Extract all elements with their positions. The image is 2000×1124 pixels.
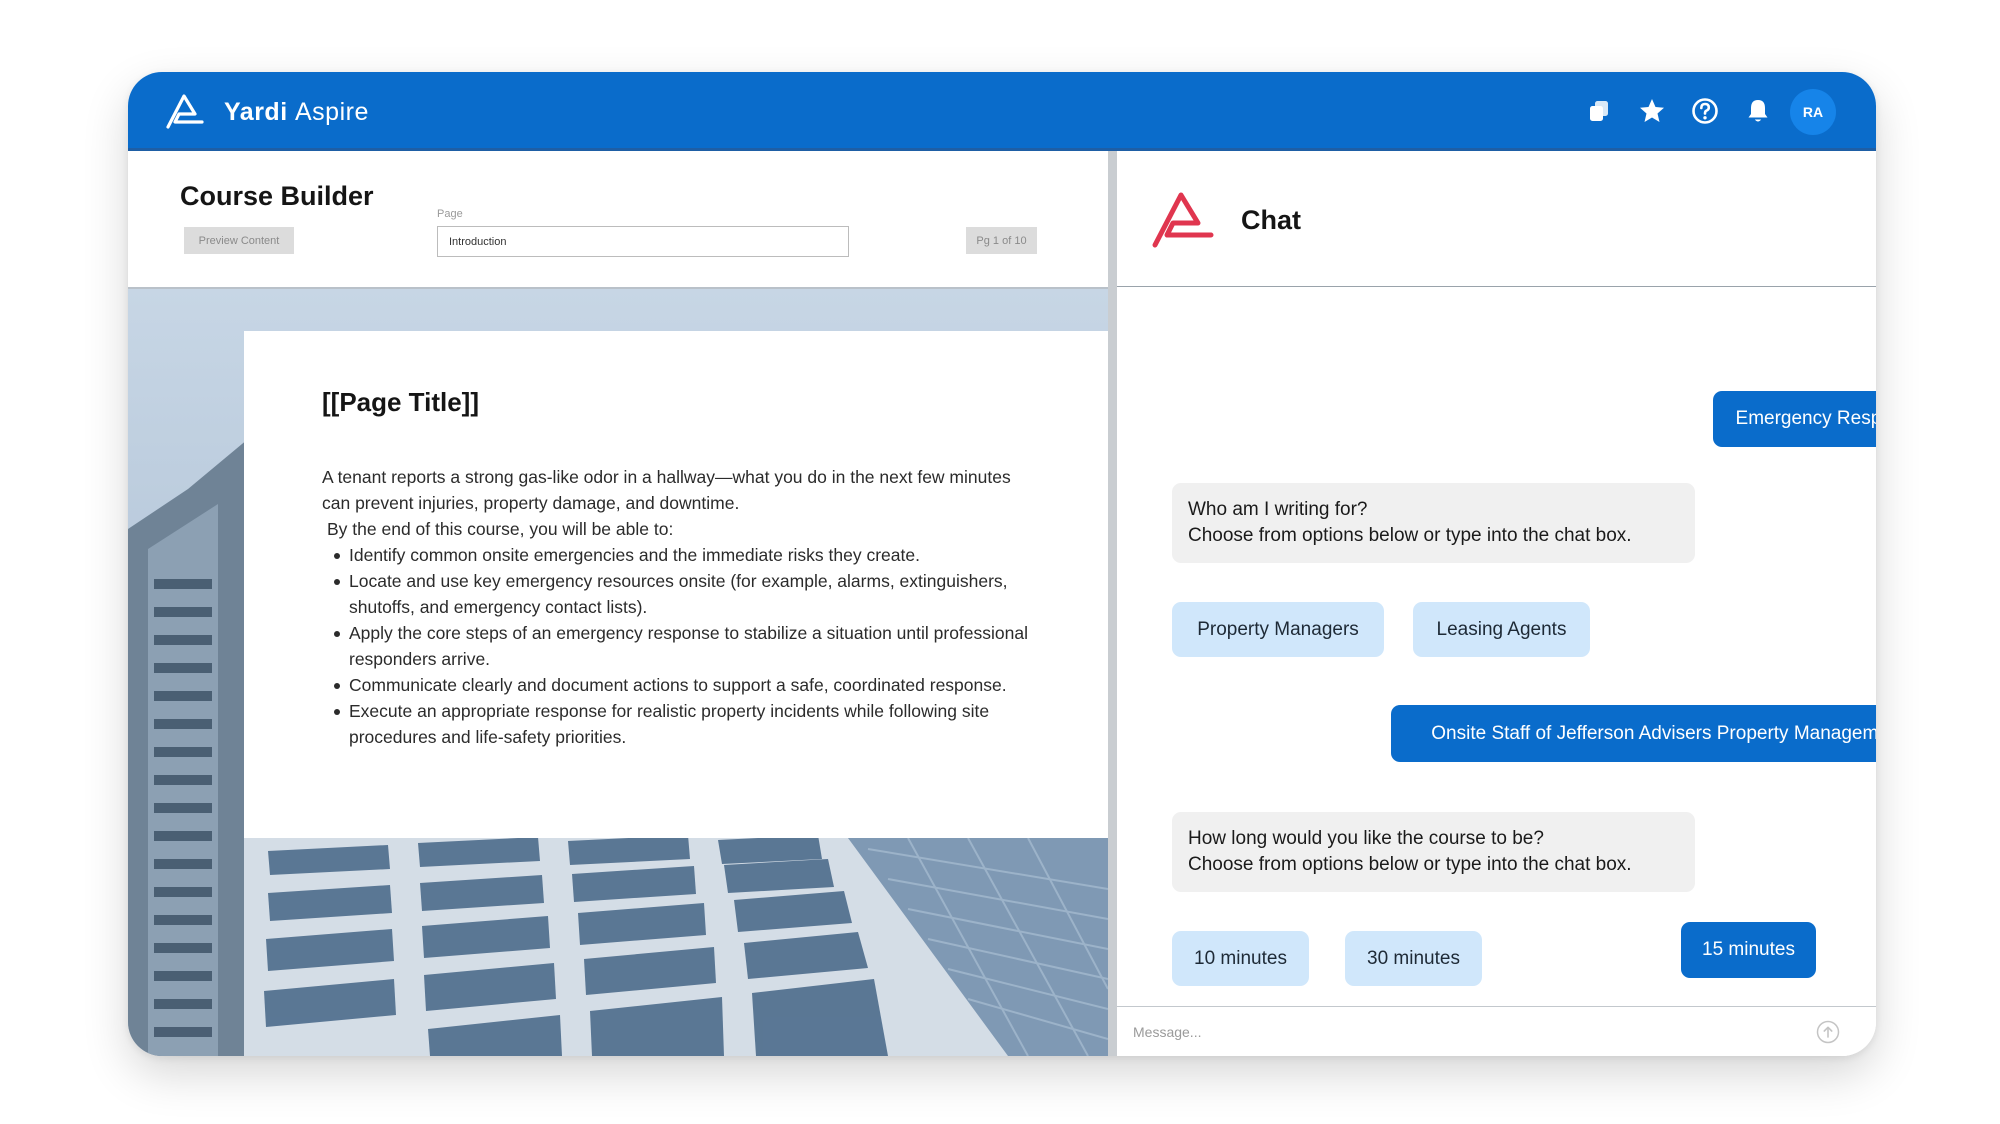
top-bar: Yardi Aspire RA [128, 72, 1876, 151]
app-window: Yardi Aspire RA Course Builder Preview C… [128, 72, 1876, 1056]
bot-message-line: Choose from options below or type into t… [1188, 525, 1632, 546]
pane-divider[interactable] [1108, 151, 1117, 1056]
page-field-label: Page [437, 208, 463, 220]
user-avatar[interactable]: RA [1790, 89, 1836, 135]
course-builder-title: Course Builder [180, 181, 374, 211]
user-message: 15 minutes [1681, 922, 1816, 978]
intro-paragraph[interactable]: A tenant reports a strong gas-like odor … [322, 464, 1030, 516]
list-item[interactable]: Locate and use key emergency resources o… [322, 568, 1030, 620]
star-icon[interactable] [1637, 96, 1667, 126]
chat-header: Chat [1117, 151, 1876, 287]
help-icon[interactable] [1690, 96, 1720, 126]
bot-message-line: Who am I writing for? [1188, 499, 1368, 520]
user-message: Onsite Staff of Jefferson Advisers Prope… [1391, 705, 1876, 762]
list-item[interactable]: Apply the core steps of an emergency res… [322, 620, 1030, 672]
send-icon[interactable] [1816, 1020, 1840, 1044]
bot-message: How long would you like the course to be… [1172, 812, 1695, 892]
chat-message-input[interactable] [1133, 1007, 1793, 1056]
list-item[interactable]: Identify common onsite emergencies and t… [322, 542, 1030, 568]
product-name: Aspire [295, 98, 369, 126]
chat-input-bar [1117, 1006, 1876, 1056]
aspire-logo-icon [1152, 192, 1214, 248]
option-30-minutes-button[interactable]: 30 minutes [1345, 931, 1482, 986]
preview-content-button[interactable]: Preview Content [184, 227, 294, 254]
option-property-managers-button[interactable]: Property Managers [1172, 602, 1384, 657]
yardi-aspire-logo-icon[interactable] [165, 92, 207, 130]
page-indicator: Pg 1 of 10 [966, 227, 1037, 254]
page-select-field[interactable]: Introduction [437, 226, 849, 257]
brand-name: Yardi [224, 98, 288, 126]
chat-pane: Chat Emergency Response Who am I writing… [1117, 151, 1876, 1056]
bot-message-line: How long would you like the course to be… [1188, 828, 1544, 849]
list-item[interactable]: Communicate clearly and document actions… [322, 672, 1030, 698]
chat-title: Chat [1241, 205, 1301, 235]
copy-icon[interactable] [1584, 96, 1614, 126]
bot-message: Who am I writing for? Choose from option… [1172, 483, 1695, 563]
course-builder-pane: Course Builder Preview Content Page Intr… [128, 151, 1108, 1056]
option-leasing-agents-button[interactable]: Leasing Agents [1413, 602, 1590, 657]
list-item[interactable]: Execute an appropriate response for real… [322, 698, 1030, 750]
option-10-minutes-button[interactable]: 10 minutes [1172, 931, 1309, 986]
user-message: Emergency Response [1713, 391, 1876, 447]
bot-message-line: Choose from options below or type into t… [1188, 854, 1632, 875]
objectives-intro[interactable]: By the end of this course, you will be a… [322, 516, 1030, 542]
course-page-card: [[Page Title]] A tenant reports a strong… [244, 331, 1108, 838]
builder-header: Course Builder Preview Content Page Intr… [128, 151, 1108, 289]
course-preview-canvas: [[Page Title]] A tenant reports a strong… [128, 289, 1108, 1056]
learning-objectives-list: Identify common onsite emergencies and t… [322, 542, 1030, 750]
bell-icon[interactable] [1743, 96, 1773, 126]
page-title[interactable]: [[Page Title]] [322, 387, 1030, 418]
